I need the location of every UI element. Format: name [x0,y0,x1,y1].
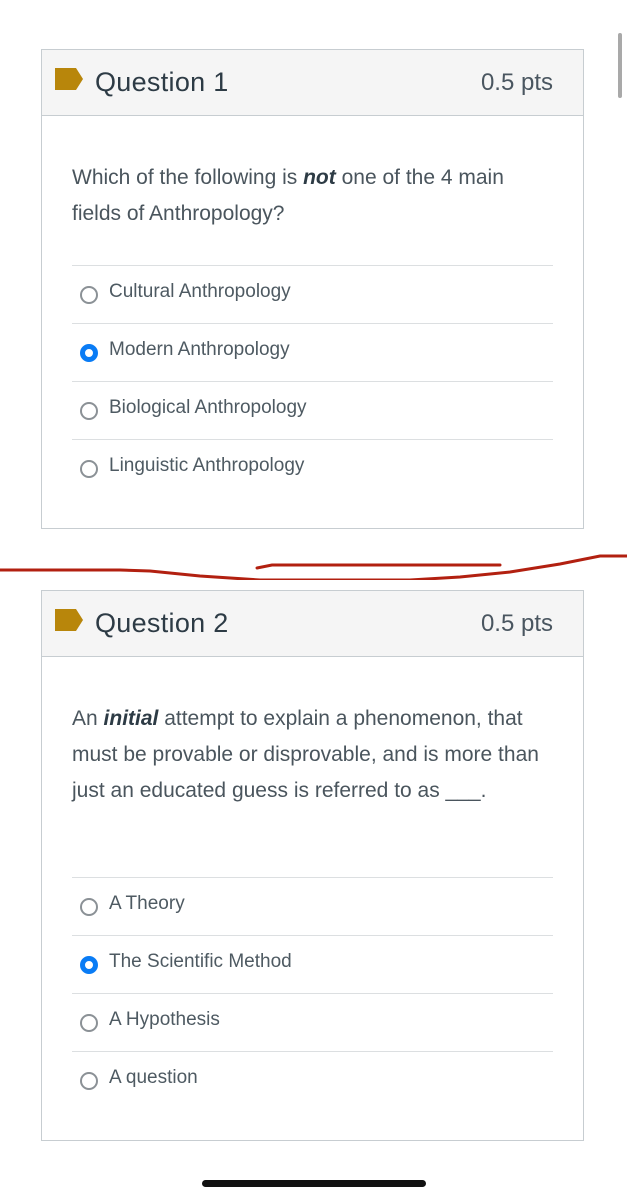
answer-label[interactable]: A question [109,1067,198,1089]
question-text-emphasis: initial [103,707,159,730]
radio-button-icon[interactable] [80,1072,98,1090]
answer-list: A Theory The Scientific Method A Hypothe… [72,877,553,1109]
answer-option[interactable]: A Theory [72,877,553,935]
answer-label[interactable]: Linguistic Anthropology [109,455,304,477]
answer-option[interactable]: Linguistic Anthropology [72,439,553,497]
flag-icon[interactable] [55,68,83,90]
answer-option[interactable]: Modern Anthropology [72,323,553,381]
answer-label[interactable]: A Theory [109,893,185,915]
question-title: Question 1 [95,67,229,97]
answer-option[interactable]: Cultural Anthropology [72,265,553,323]
question-text-emphasis: not [303,166,336,189]
radio-button-icon[interactable] [80,1014,98,1032]
radio-button-icon[interactable] [80,460,98,478]
question-card-1: Question 1 0.5 pts Which of the followin… [41,49,584,529]
radio-button-icon[interactable] [80,898,98,916]
home-indicator[interactable] [202,1180,426,1187]
radio-button-selected-icon[interactable] [80,344,98,362]
answer-label[interactable]: A Hypothesis [109,1009,220,1031]
answer-option[interactable]: A Hypothesis [72,993,553,1051]
radio-button-icon[interactable] [80,286,98,304]
red-annotation-stroke [0,554,627,580]
answer-label[interactable]: The Scientific Method [109,951,292,973]
question-title: Question 2 [95,608,229,638]
question-text: Which of the following is not one of the… [72,160,553,232]
question-card-2: Question 2 0.5 pts An initial attempt to… [41,590,584,1141]
answer-list: Cultural Anthropology Modern Anthropolog… [72,265,553,497]
answer-option[interactable]: The Scientific Method [72,935,553,993]
answer-label[interactable]: Biological Anthropology [109,397,307,419]
question-text: An initial attempt to explain a phenomen… [72,701,553,809]
question-header: Question 2 0.5 pts [42,591,583,657]
question-text-part: An [72,707,104,730]
question-points: 0.5 pts [480,69,553,96]
scrollbar[interactable] [618,33,622,98]
answer-option[interactable]: Biological Anthropology [72,381,553,439]
radio-button-icon[interactable] [80,402,98,420]
flag-icon[interactable] [55,609,83,631]
question-text-part: Which of the following is [72,166,304,189]
answer-label[interactable]: Cultural Anthropology [109,281,291,303]
question-header: Question 1 0.5 pts [42,50,583,116]
answer-label[interactable]: Modern Anthropology [109,339,290,361]
question-points: 0.5 pts [480,610,553,637]
radio-button-selected-icon[interactable] [80,956,98,974]
answer-option[interactable]: A question [72,1051,553,1109]
